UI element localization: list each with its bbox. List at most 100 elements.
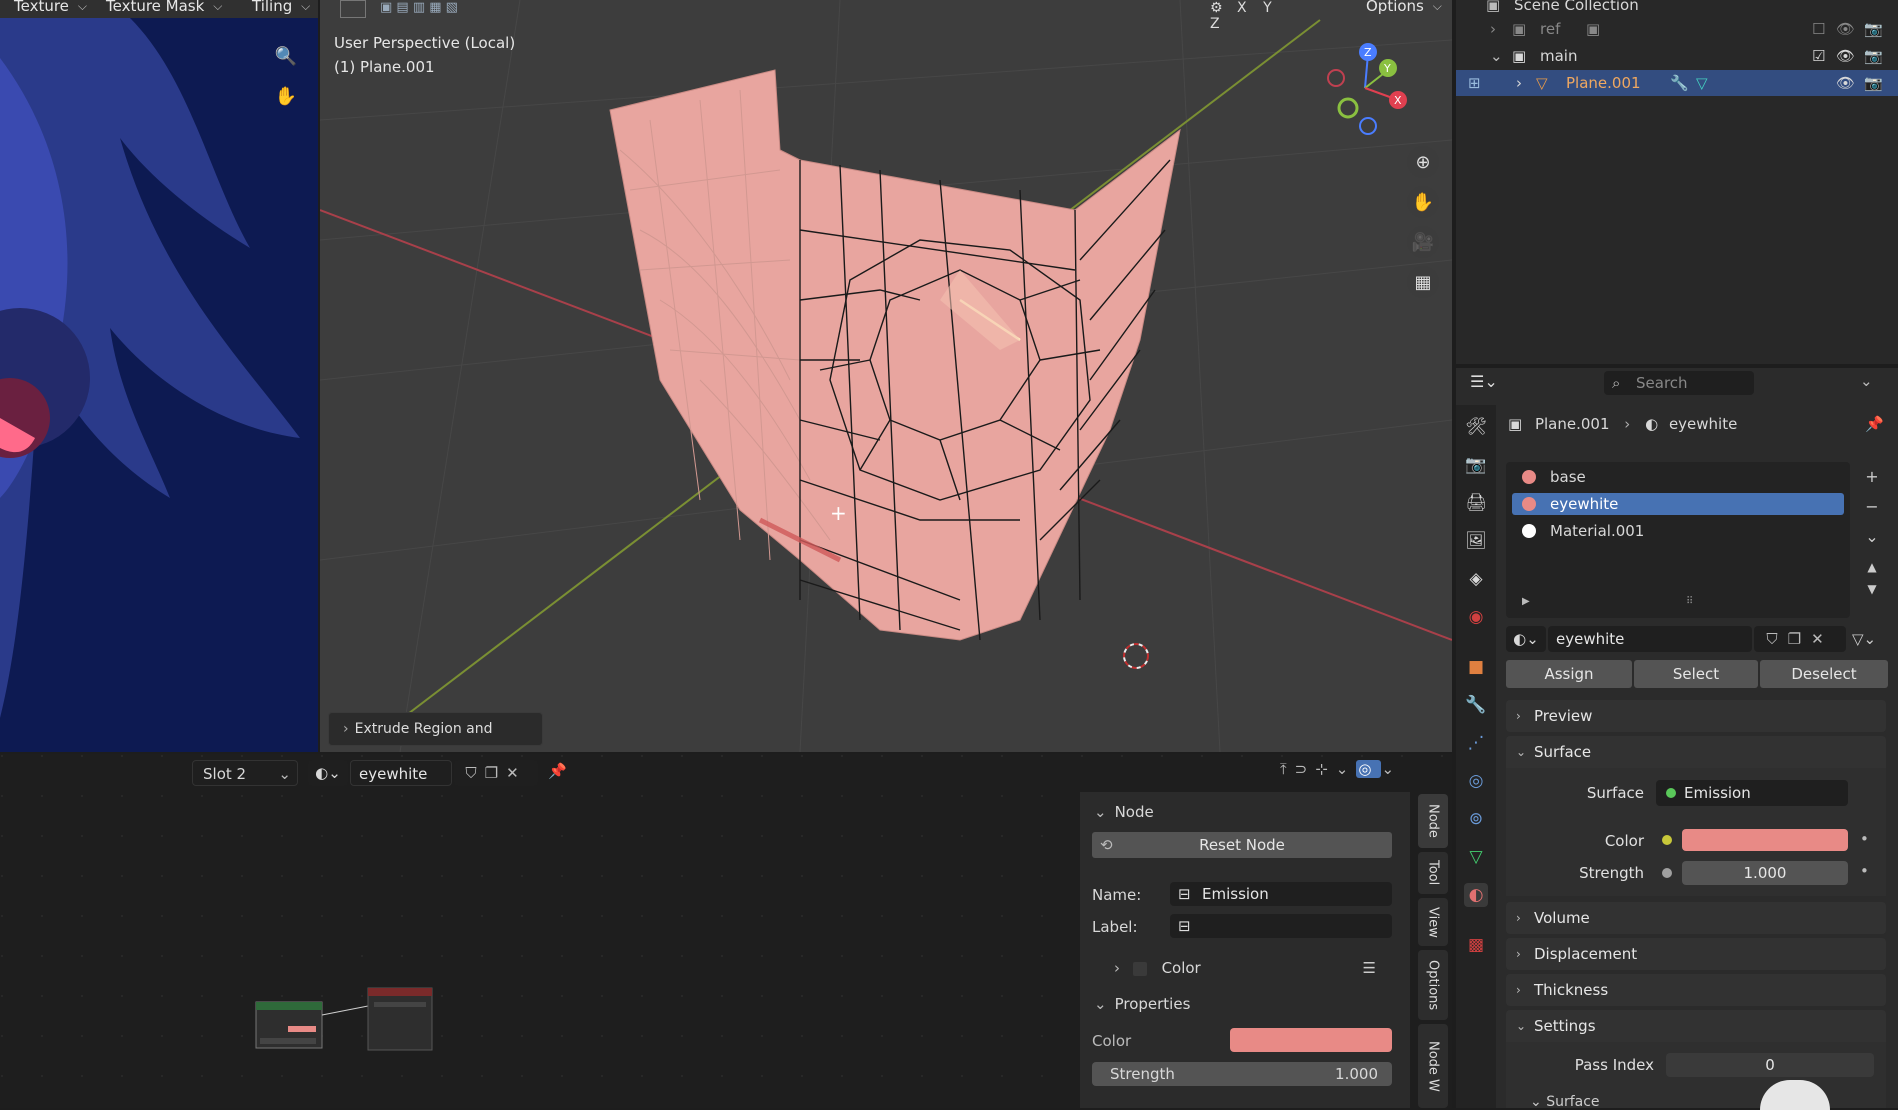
particles-tab-icon[interactable]: ⋰ (1464, 731, 1488, 755)
surface-shader-field[interactable]: Emission (1656, 780, 1848, 806)
reset-node-button[interactable]: ⟲ Reset Node (1092, 832, 1392, 858)
properties-section-header[interactable]: ⌄ Properties (1094, 992, 1400, 1016)
move-up-icon[interactable]: ▲ (1860, 552, 1884, 582)
keyframe-dot-icon[interactable]: • (1860, 862, 1869, 880)
move-down-icon[interactable]: ▼ (1860, 582, 1884, 596)
duplicate-icon[interactable]: ❐ (1788, 630, 1811, 648)
options-menu[interactable]: Options (1366, 0, 1444, 18)
node-label-field[interactable]: ⊟ (1170, 914, 1392, 938)
selection-mode-icons[interactable]: ▣ ▤ ▥ ▦ ▧ (380, 0, 490, 16)
scene-tab-icon[interactable]: ◈ (1464, 567, 1488, 591)
volume-panel-header[interactable]: › Volume (1506, 902, 1886, 934)
assign-button[interactable]: Assign (1506, 660, 1632, 688)
tab-options[interactable]: Options (1418, 950, 1448, 1020)
outliner-row-ref[interactable]: › ▣ ref ▣ ☐ 👁 📷 (1456, 16, 1898, 42)
surface-panel-header[interactable]: ⌄ Surface (1506, 736, 1886, 768)
properties-search-input[interactable]: ⌕ Search (1604, 371, 1754, 395)
fake-user-icon[interactable]: ⛉ (465, 764, 484, 782)
tool-tab-icon[interactable]: 🛠 (1464, 415, 1488, 439)
pan-view-icon[interactable]: ✋ (1407, 186, 1439, 218)
prop-strength-field[interactable]: Strength 1.000 (1092, 1062, 1392, 1086)
redo-last-panel[interactable]: ›Extrude Region and Shrink/ (328, 712, 543, 746)
axis-toggles[interactable]: ⚙ X Y Z (1210, 0, 1290, 32)
unlink-icon[interactable]: ✕ (506, 764, 527, 782)
settings-panel-header[interactable]: ⌄ Settings (1506, 1010, 1886, 1042)
slot-specials-icon[interactable]: ⌄ (1860, 522, 1884, 552)
shader-material-actions[interactable]: ⛉❐✕ (454, 760, 538, 786)
node-section-header[interactable]: ⌄ Node (1094, 800, 1400, 824)
tab-view[interactable]: View (1418, 898, 1448, 946)
tab-tool[interactable]: Tool (1418, 852, 1448, 894)
camera-icon[interactable]: 📷 (1864, 16, 1883, 42)
list-item-selected[interactable]: eyewhite (1512, 493, 1844, 515)
eye-icon[interactable]: 👁 (1836, 16, 1855, 42)
modifier-tab-icon[interactable]: 🔧 (1464, 693, 1488, 717)
editor-type-icon[interactable]: ☰⌄ (1470, 372, 1510, 396)
3d-viewport[interactable]: + ▣ ▤ ▥ ▦ ▧ ⚙ X Y Z Options User Perspec… (320, 0, 1452, 752)
strength-field[interactable]: 1.000 (1682, 861, 1848, 885)
material-browse-icon[interactable]: ◐⌄ (308, 760, 348, 786)
pin-icon[interactable]: 📌 (548, 762, 567, 780)
eye-icon[interactable]: 👁 (1836, 70, 1855, 96)
link-data-icon[interactable]: ▽⌄ (1852, 626, 1888, 652)
resize-grip-icon[interactable]: ⠿ (1686, 596, 1693, 607)
snap-target-icon[interactable]: ⊹⌄ (1315, 760, 1356, 778)
outliner-row-plane[interactable]: ⊞ › ▽ Plane.001 🔧 ▽ 👁 📷 (1456, 70, 1898, 96)
world-tab-icon[interactable]: ◉ (1464, 605, 1488, 629)
play-triangle-icon[interactable]: ▶ (1522, 596, 1530, 607)
unlink-icon[interactable]: ✕ (1811, 630, 1834, 648)
texture-mask-menu[interactable]: Texture Mask (106, 0, 224, 18)
camera-view-icon[interactable]: 🎥 (1407, 226, 1439, 258)
snap-icon[interactable]: ⊃ (1295, 760, 1316, 778)
select-button[interactable]: Select (1634, 660, 1758, 688)
emission-color-swatch[interactable] (1682, 829, 1848, 851)
axis-x-toggle[interactable]: X (1237, 0, 1247, 16)
physics-tab-icon[interactable]: ◎ (1464, 769, 1488, 793)
duplicate-icon[interactable]: ❐ (485, 764, 506, 782)
shader-header-tools[interactable]: ⤒⊃⊹⌄ ◎ ⌄ (1280, 760, 1446, 786)
remove-slot-icon[interactable]: − (1860, 492, 1884, 522)
pass-index-field[interactable]: 0 (1666, 1053, 1874, 1077)
list-item[interactable]: base (1512, 466, 1844, 488)
pin-icon[interactable]: 📌 (1865, 415, 1884, 433)
tiling-menu[interactable]: Tiling (252, 0, 312, 18)
mesh-data-icon[interactable]: ▽ (1696, 70, 1708, 96)
overlay-toggle-icon[interactable]: ◎ (1356, 760, 1382, 778)
mesh-data-tab-icon[interactable]: ▽ (1464, 845, 1488, 869)
node-name-field[interactable]: ⊟ Emission (1170, 882, 1392, 906)
deselect-button[interactable]: Deselect (1760, 660, 1888, 688)
perspective-toggle-icon[interactable]: ▦ (1407, 266, 1439, 298)
view-layer-tab-icon[interactable]: 🖼 (1464, 529, 1488, 553)
constraints-tab-icon[interactable]: ⊚ (1464, 807, 1488, 831)
slot-selector[interactable]: Slot 2 ⌄ (192, 760, 298, 786)
material-actions[interactable]: ⛉❐✕ (1754, 626, 1846, 652)
axis-z-toggle[interactable]: Z (1210, 16, 1220, 32)
add-slot-icon[interactable]: + (1860, 462, 1884, 492)
render-tab-icon[interactable]: 📷 (1464, 453, 1488, 477)
camera-icon[interactable]: 📷 (1864, 43, 1883, 69)
object-tab-icon[interactable]: ■ (1464, 655, 1488, 679)
material-slot-list[interactable]: base eyewhite Material.001 ▶ ⠿ (1506, 462, 1850, 618)
eye-icon[interactable]: 👁 (1836, 43, 1855, 69)
image-editor-canvas[interactable]: 🔍 ✋ (0, 18, 318, 752)
texture-tab-icon[interactable]: ▩ (1464, 933, 1488, 957)
thickness-panel-header[interactable]: › Thickness (1506, 974, 1886, 1006)
output-tab-icon[interactable]: 🖨 (1464, 491, 1488, 515)
navigation-gizmo[interactable]: Z Y X (1320, 38, 1410, 138)
node-color-row[interactable]: › Color ☰ (1114, 956, 1394, 980)
pan-hand-icon[interactable]: ✋ (270, 80, 302, 112)
wrench-icon[interactable]: 🔧 (1670, 70, 1689, 96)
zoom-icon[interactable]: 🔍 (270, 40, 302, 72)
shader-material-field[interactable]: eyewhite (350, 760, 452, 786)
prop-color-swatch[interactable] (1230, 1028, 1392, 1052)
preview-panel-header[interactable]: › Preview (1506, 700, 1886, 732)
tab-node[interactable]: Node (1418, 794, 1448, 848)
chevron-down-icon[interactable]: ⌄ (1381, 760, 1402, 778)
axis-y-toggle[interactable]: Y (1263, 0, 1272, 16)
checkbox-checked-icon[interactable]: ☑ (1812, 43, 1825, 69)
select-tool-icon[interactable] (340, 0, 366, 18)
list-icon[interactable]: ☰ (1363, 956, 1376, 980)
camera-icon[interactable]: 📷 (1864, 70, 1883, 96)
list-item[interactable]: Material.001 (1512, 520, 1844, 542)
displacement-panel-header[interactable]: › Displacement (1506, 938, 1886, 970)
